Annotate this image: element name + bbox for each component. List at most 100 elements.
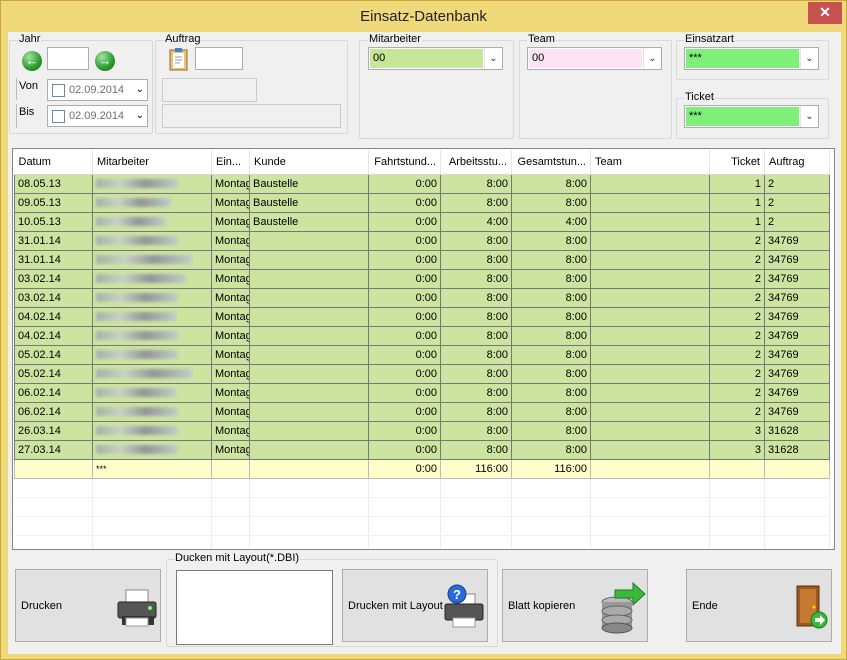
table-cell[interactable]: Montag <box>211 306 250 327</box>
table-cell[interactable]: 8:00 <box>440 287 512 308</box>
chevron-down-icon[interactable]: ⌄ <box>136 106 144 126</box>
von-datepicker[interactable]: 02.09.2014 ⌄ <box>47 79 148 101</box>
table-cell[interactable]: 34769 <box>764 287 830 308</box>
table-cell[interactable]: 34769 <box>764 268 830 289</box>
table-cell[interactable]: 0:00 <box>368 325 441 346</box>
table-row[interactable]: 09.05.13 Montag Baustelle 0:00 8:00 8:00 1 2 <box>14 192 830 213</box>
table-cell[interactable] <box>92 287 212 308</box>
table-cell[interactable] <box>590 382 710 403</box>
table-cell[interactable]: 1 <box>709 173 765 194</box>
table-cell[interactable]: 31.01.14 <box>14 230 93 251</box>
table-cell[interactable]: 2 <box>709 306 765 327</box>
table-cell[interactable]: 0:00 <box>368 192 441 213</box>
table-cell[interactable]: 4:00 <box>440 211 512 232</box>
table-cell[interactable]: 2 <box>709 382 765 403</box>
table-cell[interactable]: 3 <box>709 439 765 460</box>
table-cell[interactable]: 2 <box>764 173 830 194</box>
prev-year-button[interactable]: ← <box>22 51 42 71</box>
table-cell[interactable]: 8:00 <box>440 420 512 441</box>
bis-datepicker[interactable]: 02.09.2014 ⌄ <box>47 105 148 127</box>
table-cell[interactable]: 8:00 <box>511 192 591 213</box>
table-cell[interactable] <box>249 249 369 270</box>
table-cell[interactable]: 8:00 <box>440 173 512 194</box>
table-cell[interactable]: 8:00 <box>511 306 591 327</box>
table-cell[interactable] <box>590 325 710 346</box>
table-cell[interactable]: 0:00 <box>368 306 441 327</box>
table-cell[interactable] <box>249 325 369 346</box>
table-cell[interactable]: 03.02.14 <box>14 287 93 308</box>
mitarbeiter-select[interactable]: 00 ⌄ <box>368 47 503 70</box>
table-cell[interactable]: Montag <box>211 325 250 346</box>
table-row[interactable]: 06.02.14 Montag 0:00 8:00 8:00 2 34769 <box>14 382 830 403</box>
table-row[interactable]: 10.05.13 Montag Baustelle 0:00 4:00 4:00 1 2 <box>14 211 830 232</box>
table-row[interactable]: 26.03.14 Montag 0:00 8:00 8:00 3 31628 <box>14 420 830 441</box>
table-cell[interactable]: Montag <box>211 249 250 270</box>
table-cell[interactable]: 8:00 <box>511 382 591 403</box>
table-cell[interactable]: 0:00 <box>368 363 441 384</box>
table-cell[interactable]: Montag <box>211 382 250 403</box>
blatt-kopieren-button[interactable]: Blatt kopieren <box>502 569 648 642</box>
table-cell[interactable]: 2 <box>709 249 765 270</box>
column-header[interactable]: Ein... <box>211 150 250 175</box>
table-cell[interactable]: 1 <box>709 211 765 232</box>
table-cell[interactable] <box>249 306 369 327</box>
table-cell[interactable] <box>92 420 212 441</box>
table-cell[interactable] <box>590 287 710 308</box>
table-cell[interactable]: Montag <box>211 439 250 460</box>
table-cell[interactable]: 8:00 <box>511 287 591 308</box>
ende-button[interactable]: Ende <box>686 569 832 642</box>
table-cell[interactable]: 2 <box>764 211 830 232</box>
table-cell[interactable] <box>590 230 710 251</box>
table-cell[interactable] <box>249 420 369 441</box>
table-cell[interactable]: Baustelle <box>249 173 369 194</box>
table-cell[interactable]: 05.02.14 <box>14 344 93 365</box>
table-cell[interactable]: Montag <box>211 363 250 384</box>
table-cell[interactable]: 34769 <box>764 363 830 384</box>
table-row[interactable]: 08.05.13 Montag Baustelle 0:00 8:00 8:00 1 2 <box>14 173 830 194</box>
table-cell[interactable] <box>590 249 710 270</box>
table-cell[interactable]: 8:00 <box>440 325 512 346</box>
table-cell[interactable]: Montag <box>211 268 250 289</box>
table-cell[interactable]: 8:00 <box>511 249 591 270</box>
table-cell[interactable]: 0:00 <box>368 287 441 308</box>
table-cell[interactable]: 34769 <box>764 230 830 251</box>
ticket-select[interactable]: *** ⌄ <box>684 105 819 128</box>
table-cell[interactable] <box>92 439 212 460</box>
table-cell[interactable] <box>92 401 212 422</box>
table-cell[interactable]: 8:00 <box>511 230 591 251</box>
chevron-down-icon[interactable]: ⌄ <box>800 106 818 127</box>
table-cell[interactable]: Baustelle <box>249 211 369 232</box>
table-cell[interactable]: 2 <box>709 401 765 422</box>
table-cell[interactable]: 8:00 <box>440 268 512 289</box>
table-cell[interactable]: 8:00 <box>511 268 591 289</box>
table-cell[interactable]: 8:00 <box>440 306 512 327</box>
table-cell[interactable]: 34769 <box>764 249 830 270</box>
table-cell[interactable]: 8:00 <box>511 401 591 422</box>
table-cell[interactable]: 0:00 <box>368 382 441 403</box>
table-cell[interactable]: 31628 <box>764 420 830 441</box>
table-cell[interactable]: 0:00 <box>368 420 441 441</box>
table-cell[interactable] <box>92 230 212 251</box>
table-cell[interactable]: 8:00 <box>511 363 591 384</box>
column-header[interactable]: Arbeitsstu... <box>440 150 512 175</box>
table-cell[interactable] <box>590 268 710 289</box>
table-row[interactable]: 04.02.14 Montag 0:00 8:00 8:00 2 34769 <box>14 325 830 346</box>
table-cell[interactable]: 0:00 <box>368 173 441 194</box>
table-cell[interactable]: 0:00 <box>368 230 441 251</box>
column-header[interactable]: Fahrtstund... <box>368 150 441 175</box>
table-cell[interactable] <box>590 306 710 327</box>
table-cell[interactable]: 8:00 <box>511 325 591 346</box>
table-row[interactable]: 05.02.14 Montag 0:00 8:00 8:00 2 34769 <box>14 344 830 365</box>
data-grid[interactable]: Datum Mitarbeiter Ein... Kunde Fahrtstun… <box>12 148 835 550</box>
table-cell[interactable] <box>249 230 369 251</box>
table-cell[interactable] <box>249 439 369 460</box>
drucken-mit-layout-button[interactable]: Drucken mit Layout ? <box>342 569 488 642</box>
table-cell[interactable] <box>249 382 369 403</box>
chevron-down-icon[interactable]: ⌄ <box>800 48 818 69</box>
table-cell[interactable]: 34769 <box>764 325 830 346</box>
table-cell[interactable]: 0:00 <box>368 268 441 289</box>
table-cell[interactable]: Montag <box>211 230 250 251</box>
column-header[interactable]: Kunde <box>249 150 369 175</box>
table-cell[interactable] <box>590 344 710 365</box>
chevron-down-icon[interactable]: ⌄ <box>643 48 661 69</box>
